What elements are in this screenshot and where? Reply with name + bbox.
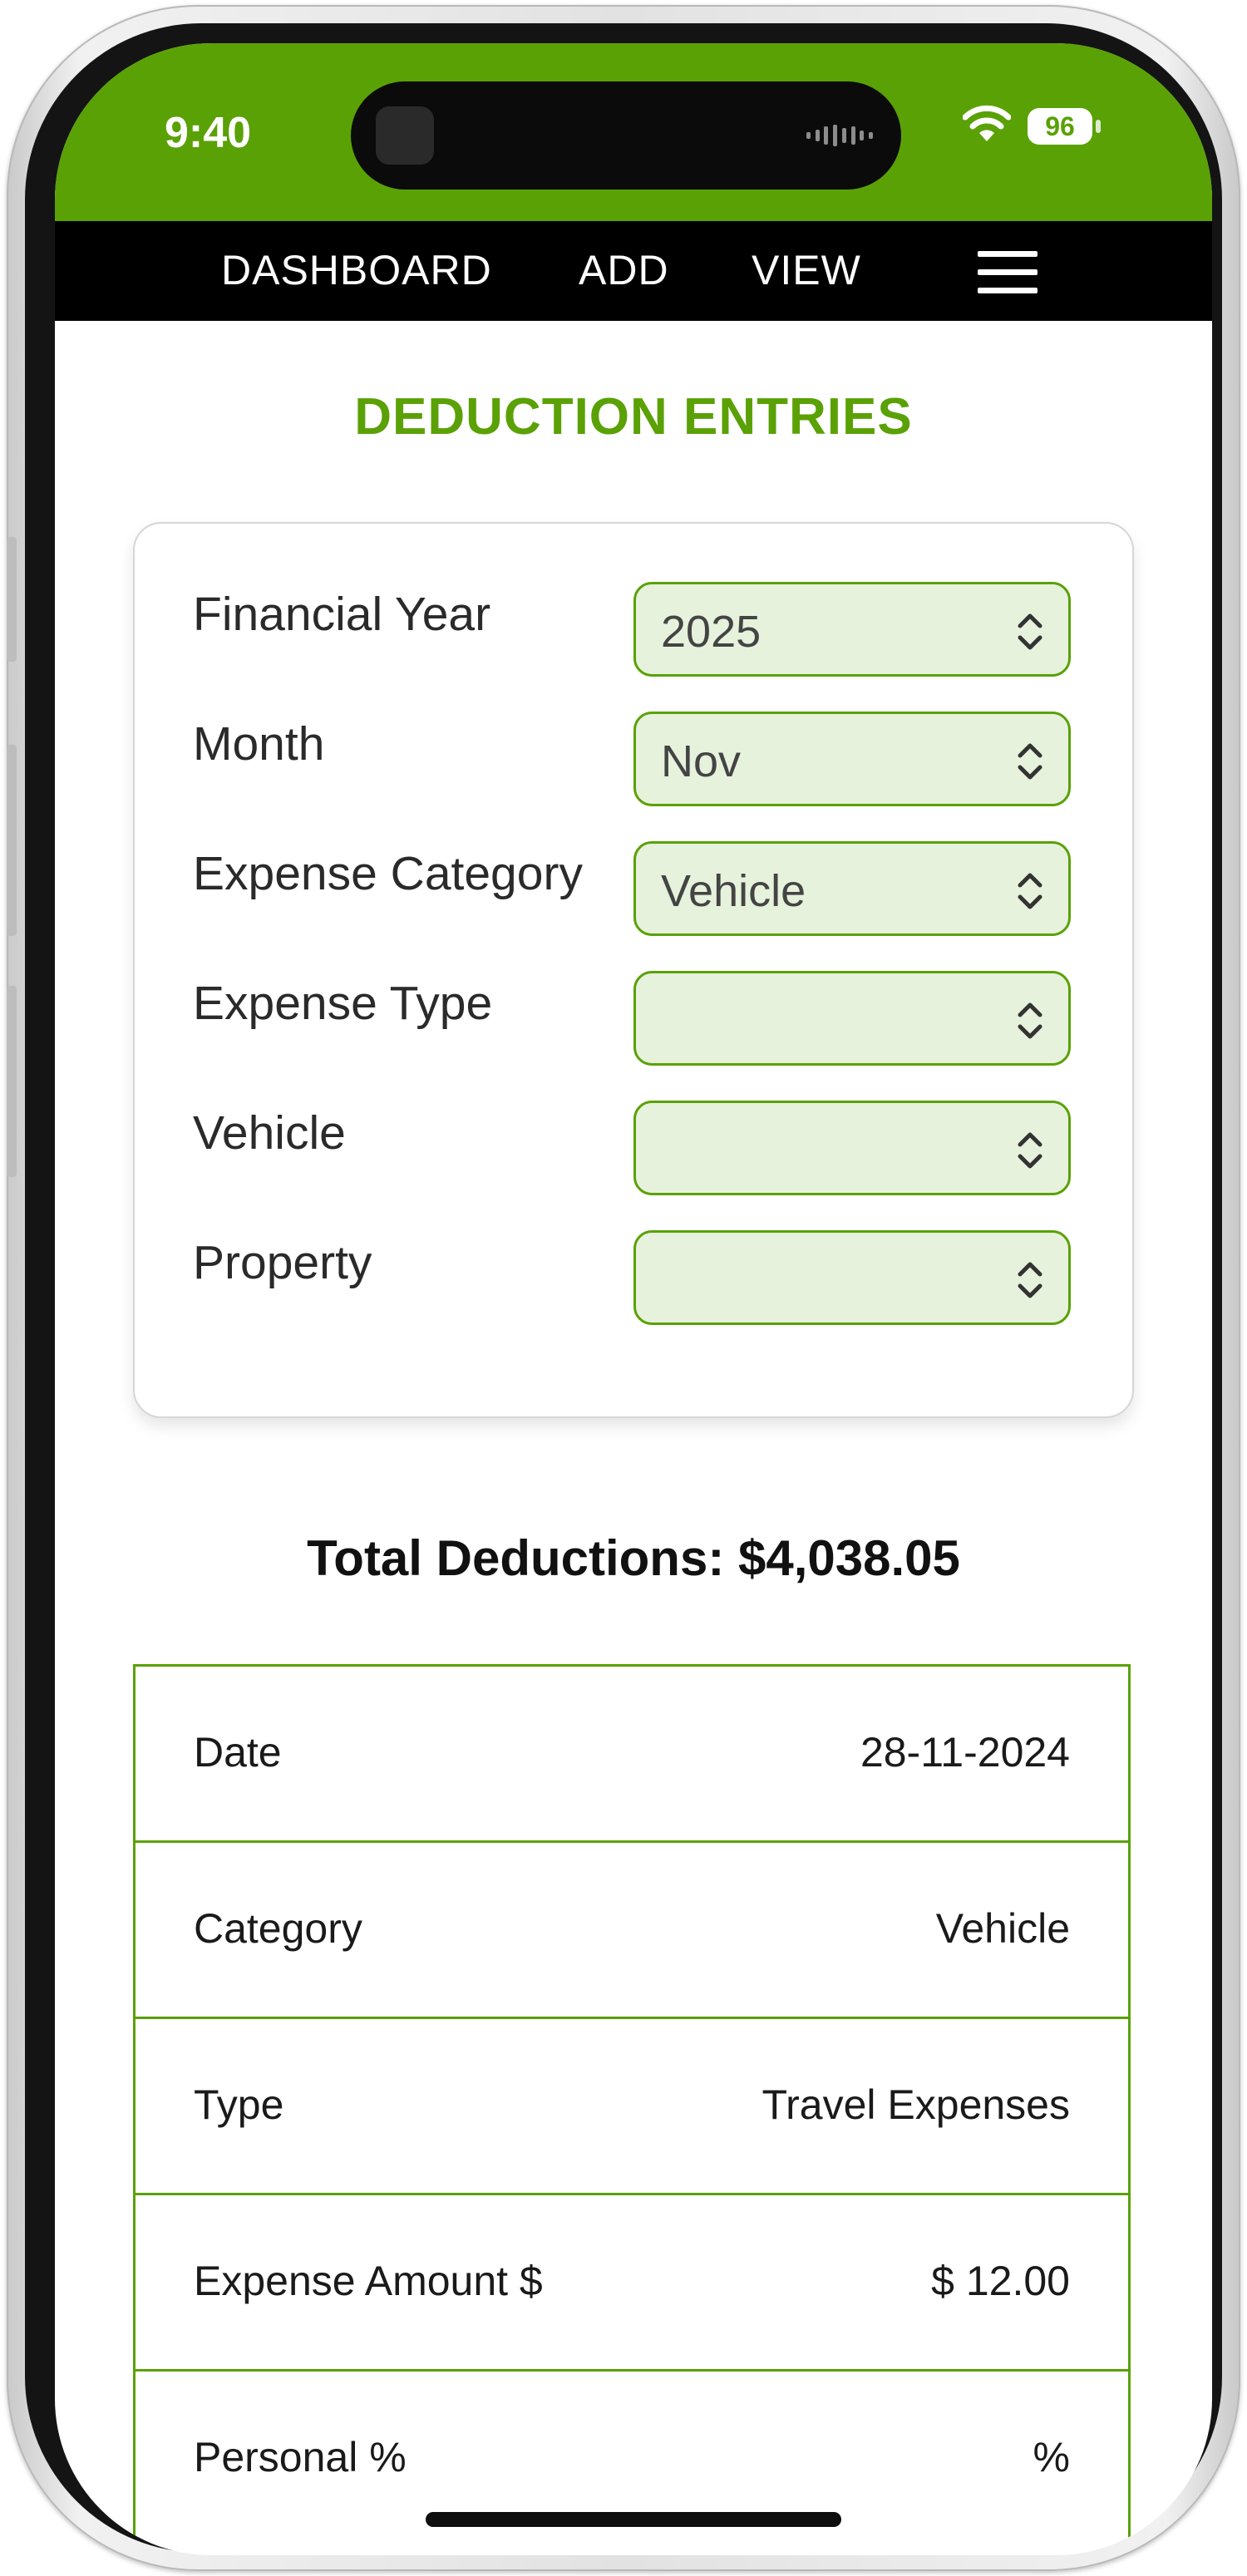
wifi-icon [963,105,1011,141]
entry-value: Travel Expenses [762,2081,1070,2128]
filter-label: Vehicle [193,1106,346,1160]
action-button [7,537,17,662]
chevron-updown-icon [1018,743,1042,780]
audio-wave-icon [806,125,873,146]
filter-row-month: Month Nov [135,712,1132,810]
screen: 9:40 96 DASHBOARD ADD VIEW DEDUCTION ENT… [55,43,1212,2555]
status-time: 9:40 [165,109,252,157]
filter-card: Financial Year 2025 Month Nov Expense Ca… [133,522,1134,1418]
entry-table: Date 28-11-2024 Category Vehicle Type Tr… [133,1664,1131,2555]
menu-icon[interactable] [978,251,1038,294]
filter-row-expense-category: Expense Category Vehicle [135,841,1132,939]
select-value: Vehicle [661,866,806,916]
property-select[interactable] [633,1230,1071,1325]
chevron-updown-icon [1018,613,1042,650]
dynamic-island [351,81,901,190]
volume-up-button [7,745,17,936]
expense-type-select[interactable] [633,971,1071,1066]
entry-row-category: Category Vehicle [136,1840,1128,2017]
nav-view-link[interactable]: VIEW [752,246,861,294]
expense-category-select[interactable]: Vehicle [633,841,1071,936]
entry-label: Type [194,2081,284,2128]
status-bar: 9:40 96 [55,43,1212,221]
entry-label: Category [194,1905,362,1952]
filter-row-expense-type: Expense Type [135,971,1132,1069]
home-indicator[interactable] [426,2512,841,2527]
entry-row-date: Date 28-11-2024 [136,1664,1128,1840]
top-navigation: DASHBOARD ADD VIEW [55,221,1212,321]
volume-down-button [7,986,17,1177]
entry-label: Expense Amount $ [194,2258,543,2304]
filter-label: Expense Type [193,977,493,1030]
total-deductions: Total Deductions: $4,038.05 [307,1530,960,1586]
entry-label: Date [194,1729,282,1776]
entry-value: $ 12.00 [931,2258,1070,2304]
nav-add-link[interactable]: ADD [579,246,669,294]
chevron-updown-icon [1018,1002,1042,1039]
filter-label: Financial Year [193,588,491,641]
battery-nub [1096,120,1101,133]
filter-row-property: Property [135,1230,1132,1328]
entry-row-type: Type Travel Expenses [136,2017,1128,2193]
chevron-updown-icon [1018,873,1042,909]
battery-icon: 96 [1028,108,1092,145]
chevron-updown-icon [1018,1132,1042,1169]
entry-label: Personal % [194,2434,407,2480]
select-value: 2025 [661,607,762,657]
filter-row-financial-year: Financial Year 2025 [135,582,1132,680]
phone-frame: 9:40 96 DASHBOARD ADD VIEW DEDUCTION ENT… [7,5,1240,2571]
chevron-updown-icon [1018,1262,1042,1298]
camera-icon [376,106,434,165]
entry-value: % [1033,2434,1070,2480]
month-select[interactable]: Nov [633,712,1071,806]
financial-year-select[interactable]: 2025 [633,582,1071,677]
nav-dashboard-link[interactable]: DASHBOARD [221,246,492,294]
filter-label: Month [193,717,325,771]
filter-label: Expense Category [193,847,583,900]
vehicle-select[interactable] [633,1101,1071,1195]
select-value: Nov [661,736,742,786]
filter-label: Property [193,1236,372,1289]
filter-row-vehicle: Vehicle [135,1101,1132,1199]
entry-value: 28-11-2024 [860,1729,1070,1776]
entry-row-expense-amount: Expense Amount $ $ 12.00 [136,2193,1128,2369]
page-title: DEDUCTION ENTRIES [354,388,913,446]
entry-value: Vehicle [935,1905,1070,1952]
